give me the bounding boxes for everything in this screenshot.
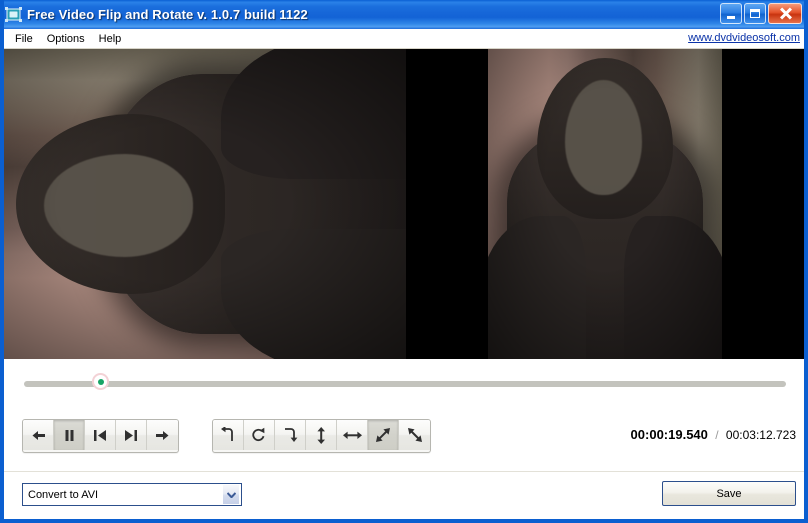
arrow-diagonal-up-icon xyxy=(375,427,391,443)
rotate-loop-icon xyxy=(250,427,268,443)
arrow-diagonal-down-icon xyxy=(407,427,423,443)
skip-next-icon xyxy=(124,429,138,442)
output-format-label: Convert to AVI xyxy=(28,488,99,501)
seek-slider-thumb[interactable] xyxy=(92,373,109,390)
previous-frame-button[interactable] xyxy=(85,420,116,450)
seek-bar-row xyxy=(4,359,804,409)
menu-item-file[interactable]: File xyxy=(8,31,40,47)
window-title: Free Video Flip and Rotate v. 1.0.7 buil… xyxy=(27,7,308,22)
menu-item-options[interactable]: Options xyxy=(40,31,92,47)
close-button[interactable] xyxy=(768,3,802,24)
video-frame-content xyxy=(4,49,406,359)
arrow-up-down-icon xyxy=(315,426,328,444)
arrow-left-right-icon xyxy=(342,429,362,442)
rotate-left-icon xyxy=(219,427,237,443)
arrow-left-icon xyxy=(30,429,47,442)
scene-vignette xyxy=(4,49,406,359)
rotate-180-button[interactable] xyxy=(244,420,275,450)
maximize-icon xyxy=(750,9,760,18)
flip-vertical-button[interactable] xyxy=(306,420,337,450)
skip-previous-icon xyxy=(93,429,107,442)
close-icon xyxy=(779,7,792,20)
next-frame-button[interactable] xyxy=(116,420,147,450)
playback-controls xyxy=(22,419,179,453)
minimize-icon xyxy=(727,15,735,19)
chevron-down-icon[interactable] xyxy=(222,484,240,505)
transform-controls xyxy=(212,419,431,453)
maximize-button[interactable] xyxy=(744,3,766,24)
rotate-left-90-button[interactable] xyxy=(213,420,244,450)
current-time: 00:00:19.540 xyxy=(630,427,708,442)
total-time: 00:03:12.723 xyxy=(725,428,796,442)
time-separator: / xyxy=(715,428,719,442)
website-link[interactable]: www.dvdvideosoft.com xyxy=(688,32,800,44)
menu-bar: File Options Help www.dvdvideosoft.com xyxy=(4,29,804,49)
application-window: Free Video Flip and Rotate v. 1.0.7 buil… xyxy=(0,0,808,523)
save-button[interactable]: Save xyxy=(662,481,796,506)
scene-vignette xyxy=(488,49,722,359)
minimize-button[interactable] xyxy=(720,3,742,24)
step-forward-button[interactable] xyxy=(147,420,178,450)
pause-icon xyxy=(64,429,75,442)
time-display: 00:00:19.540 / 00:03:12.723 xyxy=(631,427,796,442)
menu-item-help[interactable]: Help xyxy=(92,31,129,47)
output-format-select[interactable]: Convert to AVI xyxy=(22,483,242,506)
step-back-button[interactable] xyxy=(23,420,54,450)
source-preview-pane[interactable] xyxy=(488,49,722,359)
source-video-frame xyxy=(488,49,722,359)
arrow-right-icon xyxy=(154,429,171,442)
bottom-bar: Convert to AVI Save xyxy=(4,471,804,519)
flip-horizontal-button[interactable] xyxy=(337,420,368,450)
controls-row: 00:00:19.540 / 00:03:12.723 xyxy=(4,409,804,471)
window-controls xyxy=(720,3,802,24)
flip-diagonal-up-button[interactable] xyxy=(368,420,399,450)
video-frame-icon xyxy=(5,6,22,23)
video-preview-area xyxy=(4,49,804,359)
rotate-right-90-button[interactable] xyxy=(275,420,306,450)
title-bar: Free Video Flip and Rotate v. 1.0.7 buil… xyxy=(4,0,804,29)
rotated-preview-pane[interactable] xyxy=(4,49,406,359)
rotated-video-frame xyxy=(4,49,406,359)
pause-button[interactable] xyxy=(54,420,85,450)
flip-diagonal-down-button[interactable] xyxy=(399,420,430,450)
rotate-right-icon xyxy=(281,427,299,443)
seek-slider-track[interactable] xyxy=(24,381,786,387)
